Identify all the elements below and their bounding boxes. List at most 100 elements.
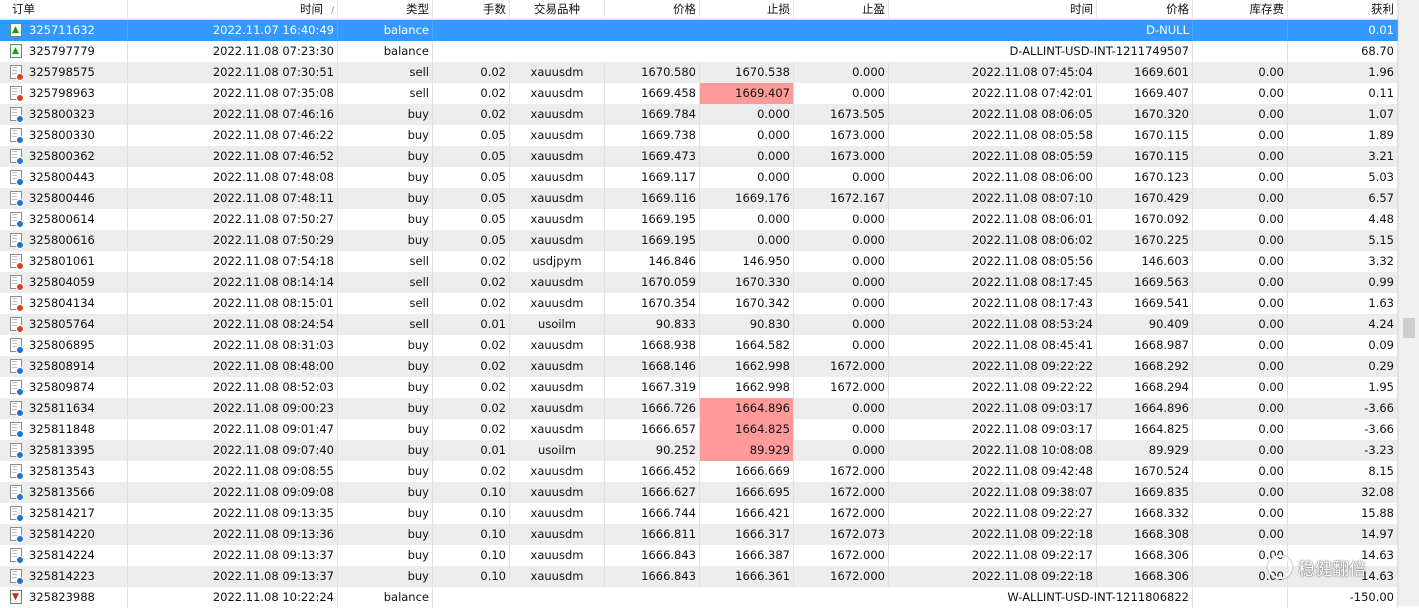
stop-loss-cell: 0.000 — [700, 209, 794, 230]
order-cell: 325814223 — [0, 566, 128, 587]
trade-row[interactable]: 325805764 2022.11.08 08:24:54 sell 0.01 usoi… — [0, 314, 1398, 335]
lots-cell: 0.02 — [433, 356, 510, 377]
trade-row[interactable]: 325813543 2022.11.08 09:08:55 buy 0.02 xauus… — [0, 461, 1398, 482]
open-price-cell: 1670.059 — [605, 272, 700, 293]
type-cell: balance — [338, 20, 433, 41]
trade-row[interactable]: 325811848 2022.11.08 09:01:47 buy 0.02 xauus… — [0, 419, 1398, 440]
open-time-cell: 2022.11.08 07:50:27 — [128, 209, 338, 230]
take-profit-cell: 0.000 — [794, 419, 889, 440]
open-time-cell: 2022.11.08 09:09:08 — [128, 482, 338, 503]
buy-order-icon — [10, 548, 24, 564]
stop-loss-cell: 0.000 — [700, 146, 794, 167]
trade-row[interactable]: 325800330 2022.11.08 07:46:22 buy 0.05 xauus… — [0, 125, 1398, 146]
header-tp[interactable]: 止盈 — [794, 0, 889, 19]
symbol-cell: xauusdm — [510, 524, 605, 545]
trade-row[interactable]: 325798575 2022.11.08 07:30:51 sell 0.02 xauu… — [0, 62, 1398, 83]
symbol-cell: xauusdm — [510, 83, 605, 104]
trade-row[interactable]: 325804134 2022.11.08 08:15:01 sell 0.02 xauu… — [0, 293, 1398, 314]
header-profit[interactable]: 获利 — [1288, 0, 1398, 19]
close-time-cell: 2022.11.08 08:06:02 — [889, 230, 1097, 251]
trade-row[interactable]: 325814224 2022.11.08 09:13:37 buy 0.10 xauus… — [0, 545, 1398, 566]
buy-order-icon — [10, 380, 24, 396]
type-cell: sell — [338, 62, 433, 83]
trade-row[interactable]: 325804059 2022.11.08 08:14:14 sell 0.02 xauu… — [0, 272, 1398, 293]
order-number: 325711632 — [29, 23, 95, 37]
buy-dot-icon — [16, 157, 24, 165]
header-sl[interactable]: 止损 — [700, 0, 794, 19]
take-profit-cell: 0.000 — [794, 167, 889, 188]
symbol-cell: xauusdm — [510, 146, 605, 167]
profit-cell: 1.96 — [1288, 62, 1398, 83]
order-cell: 325804134 — [0, 293, 128, 314]
trade-row[interactable]: 325806895 2022.11.08 08:31:03 buy 0.02 xauus… — [0, 335, 1398, 356]
close-time-cell: 2022.11.08 08:17:45 — [889, 272, 1097, 293]
sell-dot-icon — [16, 73, 24, 81]
arrow-up-icon: ▲ — [12, 25, 19, 35]
trade-row[interactable]: 325798963 2022.11.08 07:35:08 sell 0.02 xauu… — [0, 83, 1398, 104]
trade-row[interactable]: 325808914 2022.11.08 08:48:00 buy 0.02 xauus… — [0, 356, 1398, 377]
lots-cell: 0.10 — [433, 524, 510, 545]
swap-cell: 0.00 — [1193, 524, 1288, 545]
trade-row[interactable]: 325801061 2022.11.08 07:54:18 sell 0.02 usdj… — [0, 251, 1398, 272]
balance-row[interactable]: ▲ 325711632 2022.11.07 16:40:49 balance D-NU… — [0, 20, 1398, 41]
order-cell: 325800614 — [0, 209, 128, 230]
close-price-cell: 1670.123 — [1097, 167, 1193, 188]
header-price[interactable]: 价格 — [605, 0, 700, 19]
lots-cell: 0.02 — [433, 62, 510, 83]
header-open-time[interactable]: 时间 / — [128, 0, 338, 19]
trade-row[interactable]: 325814223 2022.11.08 09:13:37 buy 0.10 xauus… — [0, 566, 1398, 587]
open-price-cell: 1670.354 — [605, 293, 700, 314]
open-price-cell: 1669.784 — [605, 104, 700, 125]
take-profit-cell: 1672.000 — [794, 356, 889, 377]
scrollbar-thumb[interactable] — [1403, 318, 1415, 338]
header-lots[interactable]: 手数 — [433, 0, 510, 19]
header-order[interactable]: 订单 — [0, 0, 128, 19]
header-close-time[interactable]: 时间 — [889, 0, 1097, 19]
symbol-cell: xauusdm — [510, 377, 605, 398]
order-number: 325800616 — [29, 233, 95, 247]
trade-row[interactable]: 325813566 2022.11.08 09:09:08 buy 0.10 xauus… — [0, 482, 1398, 503]
close-time-cell: 2022.11.08 09:22:22 — [889, 356, 1097, 377]
header-symbol[interactable]: 交易品种 — [510, 0, 605, 19]
balance-row[interactable]: ▼ 325823988 2022.11.08 10:22:24 balance W-AL… — [0, 587, 1398, 608]
type-cell: balance — [338, 587, 433, 608]
close-time-cell: 2022.11.08 09:42:48 — [889, 461, 1097, 482]
trade-row[interactable]: 325809874 2022.11.08 08:52:03 buy 0.02 xauus… — [0, 377, 1398, 398]
trade-row[interactable]: 325800443 2022.11.08 07:48:08 buy 0.05 xauus… — [0, 167, 1398, 188]
header-close-price[interactable]: 价格 — [1097, 0, 1193, 19]
header-type[interactable]: 类型 — [338, 0, 433, 19]
header-swap[interactable]: 库存费 — [1193, 0, 1288, 19]
order-number: 325806895 — [29, 338, 95, 352]
trade-row[interactable]: 325811634 2022.11.08 09:00:23 buy 0.02 xauus… — [0, 398, 1398, 419]
trade-row[interactable]: 325800614 2022.11.08 07:50:27 buy 0.05 xauus… — [0, 209, 1398, 230]
trade-row[interactable]: 325814220 2022.11.08 09:13:36 buy 0.10 xauus… — [0, 524, 1398, 545]
sell-dot-icon — [16, 94, 24, 102]
profit-cell: 0.99 — [1288, 272, 1398, 293]
symbol-cell: usoilm — [510, 314, 605, 335]
order-number: 325814223 — [29, 569, 95, 583]
trade-row[interactable]: 325813395 2022.11.08 09:07:40 buy 0.01 usoil… — [0, 440, 1398, 461]
close-time-cell: 2022.11.08 09:22:18 — [889, 566, 1097, 587]
vertical-scrollbar[interactable] — [1398, 0, 1419, 606]
header-type-label: 类型 — [406, 2, 429, 16]
close-price-cell: 1669.835 — [1097, 482, 1193, 503]
symbol-cell: xauusdm — [510, 62, 605, 83]
header-sl-label: 止损 — [767, 2, 790, 16]
close-time-cell: 2022.11.08 09:03:17 — [889, 398, 1097, 419]
open-time-cell: 2022.11.08 07:46:52 — [128, 146, 338, 167]
close-time-cell: 2022.11.08 07:42:01 — [889, 83, 1097, 104]
open-price-cell: 1669.738 — [605, 125, 700, 146]
trade-row[interactable]: 325800616 2022.11.08 07:50:29 buy 0.05 xauus… — [0, 230, 1398, 251]
buy-order-icon — [10, 191, 24, 207]
lots-cell: 0.02 — [433, 272, 510, 293]
order-number: 325813395 — [29, 443, 95, 457]
lots-cell: 0.02 — [433, 419, 510, 440]
balance-row[interactable]: ▲ 325797779 2022.11.08 07:23:30 balance D-AL… — [0, 41, 1398, 62]
trade-row[interactable]: 325800323 2022.11.08 07:46:16 buy 0.02 xauus… — [0, 104, 1398, 125]
swap-cell: 0.00 — [1193, 125, 1288, 146]
trade-row[interactable]: 325814217 2022.11.08 09:13:35 buy 0.10 xauus… — [0, 503, 1398, 524]
swap-cell: 0.00 — [1193, 83, 1288, 104]
trade-row[interactable]: 325800362 2022.11.08 07:46:52 buy 0.05 xauus… — [0, 146, 1398, 167]
trade-row[interactable]: 325800446 2022.11.08 07:48:11 buy 0.05 xauus… — [0, 188, 1398, 209]
lots-cell: 0.01 — [433, 314, 510, 335]
